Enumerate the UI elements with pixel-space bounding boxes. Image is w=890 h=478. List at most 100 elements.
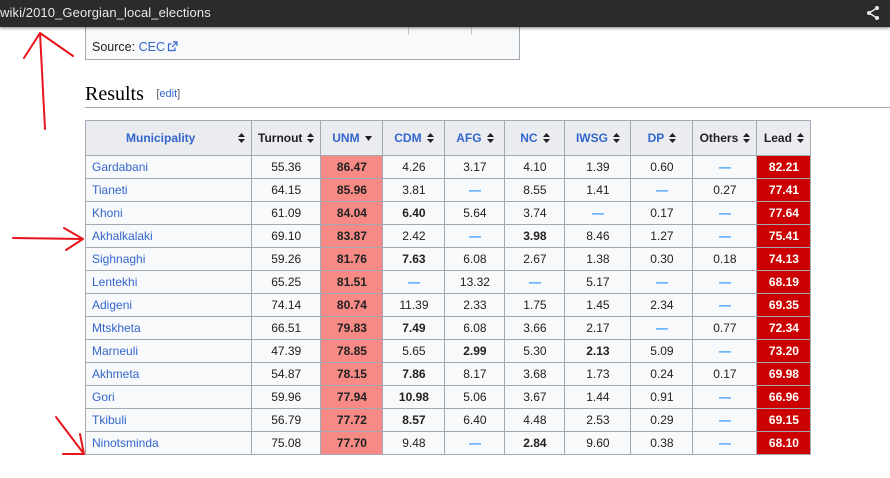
cell-lead: 69.35 [756,293,812,317]
header-iwsg[interactable]: IWSG [564,120,632,156]
header-nc[interactable]: NC [504,120,566,156]
cell-nc: 4.10 [504,155,566,179]
annotation-arrow-ninotsminda [55,416,85,455]
municipality-link[interactable]: Akhmeta [85,362,252,386]
cell-nc: 3.68 [504,362,566,386]
sort-both-icon[interactable] [796,133,804,143]
header-label: CDM [394,131,422,145]
cell-lead: 75.41 [756,224,812,248]
cell-nc: 2.84 [504,431,566,455]
section-heading: Results [edit] [85,83,890,108]
cell-afg: 5.06 [444,385,506,409]
cell-lead: 77.41 [756,178,812,202]
sort-both-icon[interactable] [307,133,315,143]
municipality-link[interactable]: Sighnaghi [85,247,252,271]
sort-both-icon[interactable] [486,133,494,143]
table-row: Akhalkalaki 69.10 83.87 2.42—3.98 8.46 1.27—7… [85,224,812,248]
source-link[interactable]: CEC [139,40,165,54]
cell-lead: 69.15 [756,408,812,432]
header-label: NC [520,131,538,145]
cell-lead: 82.21 [756,155,812,179]
cell-nc: 3.98 [504,224,566,248]
sort-both-icon[interactable] [542,133,550,143]
header-unm[interactable]: UNM [320,120,384,156]
municipality-link[interactable]: Gardabani [85,155,252,179]
cell-unm: 81.76 [320,247,384,271]
cell-cdm: 6.40 [382,201,446,225]
cell-others: 0.77 [692,316,758,340]
cell-afg: — [444,431,506,455]
cell-cdm: 10.98 [382,385,446,409]
municipality-link[interactable]: Adigeni [85,293,252,317]
annotation-arrow-akhalkalaki [12,227,84,251]
cell-nc: 3.74 [504,201,566,225]
cell-unm: 81.51 [320,270,384,294]
cell-iwsg: 2.53 [564,408,632,432]
municipality-link[interactable]: Lentekhi [85,270,252,294]
header-afg[interactable]: AFG [444,120,506,156]
table-row: Mtskheta 66.51 79.83 7.49 6.08 3.66 2.17—0.77 7… [85,316,812,340]
cell-cdm: 7.86 [382,362,446,386]
cell-cdm: 7.63 [382,247,446,271]
header-others[interactable]: Others [692,120,758,156]
header-cdm[interactable]: CDM [382,120,446,156]
cell-turnout: 59.96 [250,385,322,409]
municipality-link[interactable]: Tianeti [85,178,252,202]
url-text[interactable]: wiki/2010_Georgian_local_elections [0,5,211,20]
municipality-link[interactable]: Gori [85,385,252,409]
cell-dp: 1.27 [630,224,694,248]
sort-both-icon[interactable] [743,133,751,143]
sort-both-icon[interactable] [238,133,245,143]
cell-cdm: 2.42 [382,224,446,248]
municipality-link[interactable]: Ninotsminda [85,431,252,455]
cell-iwsg: 2.13 [564,339,632,363]
cell-others: — [692,270,758,294]
header-municipality[interactable]: Municipality [85,120,252,156]
sort-desc-icon[interactable] [364,133,372,143]
cell-others: — [692,408,758,432]
municipality-link[interactable]: Khoni [85,201,252,225]
header-lead[interactable]: Lead [756,120,812,156]
table-row: Ninotsminda 75.08 77.70 9.48—2.84 9.60 0.38—6… [85,431,812,455]
header-label: IWSG [575,131,608,145]
cell-dp: 0.91 [630,385,694,409]
cell-iwsg: 1.41 [564,178,632,202]
cell-lead: 72.34 [756,316,812,340]
cell-cdm: 4.26 [382,155,446,179]
source-line: Source: CEC [92,40,178,54]
cell-dp: 2.34 [630,293,694,317]
cell-iwsg: — [564,201,632,225]
header-dp[interactable]: DP [630,120,694,156]
cell-afg: 5.64 [444,201,506,225]
municipality-link[interactable]: Akhalkalaki [85,224,252,248]
header-label: Municipality [126,131,196,145]
cell-afg: 6.08 [444,316,506,340]
sort-both-icon[interactable] [426,133,434,143]
header-turnout[interactable]: Turnout [250,120,322,156]
cell-turnout: 56.79 [250,408,322,432]
cell-iwsg: 1.38 [564,247,632,271]
header-row: Municipality Turnout UNM CDM AFG NC IWSG DP Othe… [85,120,812,156]
cell-iwsg: 9.60 [564,431,632,455]
cell-cdm: 9.48 [382,431,446,455]
header-label: UNM [332,131,360,145]
sort-both-icon[interactable] [612,133,620,143]
municipality-link[interactable]: Tkibuli [85,408,252,432]
municipality-link[interactable]: Mtskheta [85,316,252,340]
cell-unm: 79.83 [320,316,384,340]
cell-iwsg: 1.45 [564,293,632,317]
sort-both-icon[interactable] [669,133,677,143]
section-title: Results [85,83,144,105]
table-row: Khoni 61.09 84.04 6.40 5.64 3.74—0.17—77.64 [85,201,812,225]
municipality-link[interactable]: Marneuli [85,339,252,363]
cell-iwsg: 1.39 [564,155,632,179]
cell-others: — [692,431,758,455]
share-icon[interactable] [866,5,880,21]
table-row: Lentekhi 65.25 81.51—13.32—5.17— —68.19 [85,270,812,294]
cell-afg: 8.17 [444,362,506,386]
cell-cdm: 5.65 [382,339,446,363]
cell-unm: 78.15 [320,362,384,386]
cell-iwsg: 1.73 [564,362,632,386]
edit-link[interactable]: edit [159,88,177,100]
cell-dp: 0.30 [630,247,694,271]
